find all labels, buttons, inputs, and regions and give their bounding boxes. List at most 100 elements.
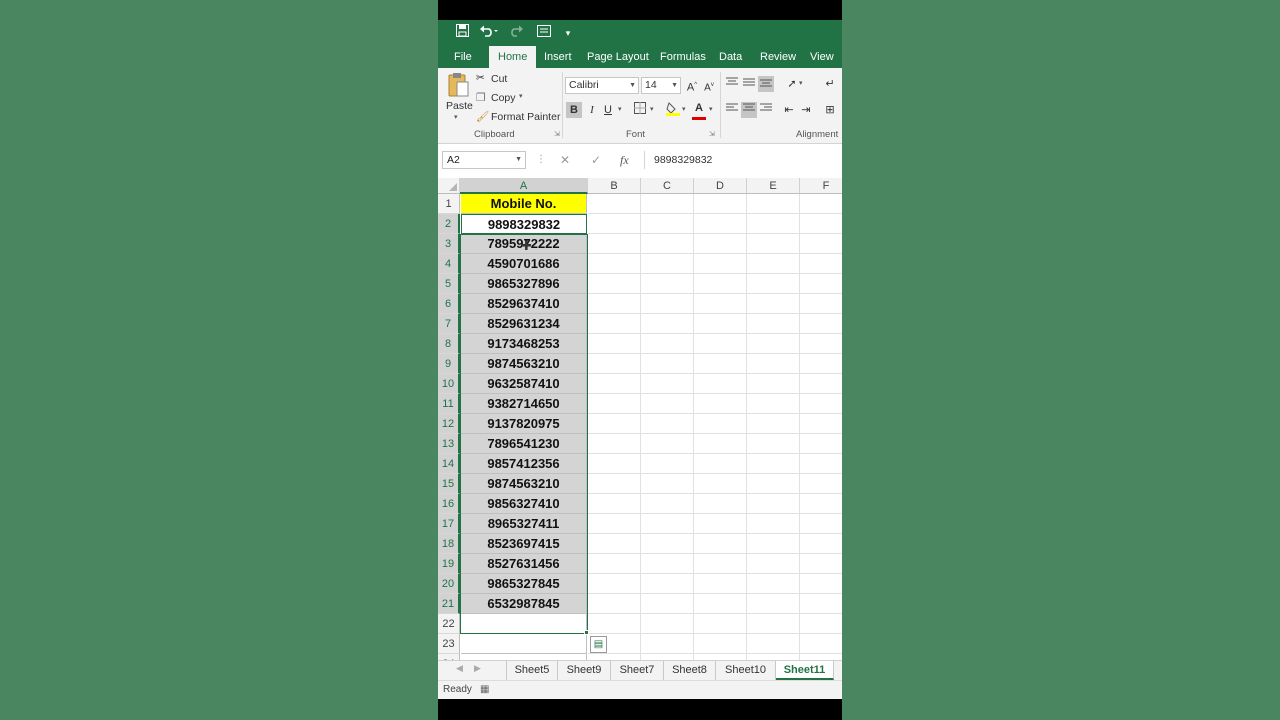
tab-data[interactable]: Data [711,46,750,68]
borders-icon[interactable] [632,102,648,118]
cell[interactable] [800,614,842,634]
cell[interactable] [641,374,694,394]
cell[interactable] [747,474,800,494]
cell[interactable]: 6532987845 [461,594,587,614]
merge-center-icon[interactable]: ⊞ [822,102,838,118]
column-header-c[interactable]: C [641,178,694,194]
row-header[interactable]: 9 [438,354,460,374]
font-launcher-icon[interactable]: ⇲ [709,130,715,138]
cell[interactable] [800,574,842,594]
cell[interactable] [694,574,747,594]
cell[interactable] [641,354,694,374]
cell[interactable] [747,274,800,294]
row-header[interactable]: 11 [438,394,460,414]
cell[interactable]: 9632587410 [461,374,587,394]
align-left-icon[interactable] [724,102,740,118]
cell[interactable]: 8965327411 [461,514,587,534]
cell[interactable] [641,634,694,654]
increase-indent-icon[interactable]: ⇥ [798,102,814,118]
save-icon[interactable] [454,24,470,42]
fill-color-icon[interactable] [665,101,681,117]
sheet-tab[interactable]: Sheet8 [664,661,716,680]
clipboard-launcher-icon[interactable]: ⇲ [554,130,560,138]
cell[interactable] [694,454,747,474]
cell[interactable] [588,614,641,634]
cell[interactable] [588,294,641,314]
sheet-tab[interactable]: Sheet5 [506,661,558,680]
cell[interactable] [747,514,800,534]
align-middle-icon[interactable] [741,76,757,92]
copy-button[interactable]: Copy [491,92,516,104]
cell[interactable] [588,474,641,494]
cell[interactable] [694,614,747,634]
cell[interactable]: 9856327410 [461,494,587,514]
cell[interactable]: 4590701686 [461,254,587,274]
bold-button[interactable]: B [566,102,582,118]
cell[interactable] [588,494,641,514]
format-painter-icon[interactable]: 🖌 [476,110,489,123]
cell[interactable] [641,194,694,214]
row-header[interactable]: 7 [438,314,460,334]
cell[interactable] [588,594,641,614]
sheet-tab[interactable]: Sheet9 [558,661,611,680]
increase-font-icon[interactable]: A^ [684,77,700,94]
cell[interactable] [641,414,694,434]
cell[interactable] [800,554,842,574]
cell[interactable] [641,274,694,294]
cell[interactable]: 9865327845 [461,574,587,594]
cell[interactable] [694,634,747,654]
cell[interactable] [747,194,800,214]
font-color-icon[interactable]: A [691,100,707,116]
cell[interactable] [800,274,842,294]
cell[interactable] [747,214,800,234]
name-box[interactable]: A2 ▼ [442,151,526,169]
italic-button[interactable]: I [584,102,600,118]
cell[interactable] [694,334,747,354]
cell[interactable] [747,354,800,374]
cell[interactable] [747,534,800,554]
column-header-d[interactable]: D [694,178,747,194]
cell[interactable] [800,374,842,394]
cell[interactable] [588,374,641,394]
row-header[interactable]: 17 [438,514,460,534]
row-header[interactable]: 5 [438,274,460,294]
row-header[interactable]: 19 [438,554,460,574]
row-header[interactable]: 18 [438,534,460,554]
undo-icon[interactable] [478,24,500,42]
cell[interactable] [800,534,842,554]
cell[interactable] [641,494,694,514]
cell[interactable] [800,474,842,494]
paste-dropdown-icon[interactable]: ▾ [454,113,458,121]
font-size-combo[interactable]: 14 ▼ [641,77,681,94]
customize-qat-icon[interactable]: ▾ [563,24,573,42]
cell[interactable] [641,314,694,334]
cell[interactable] [641,554,694,574]
cancel-icon[interactable]: ✕ [560,151,570,169]
orientation-dropdown-icon[interactable]: ▾ [799,79,803,87]
cell[interactable] [641,434,694,454]
cell[interactable]: 8527631456 [461,554,587,574]
tab-file[interactable]: File [446,46,480,68]
row-header[interactable]: 1 [438,194,460,214]
cell[interactable] [588,454,641,474]
align-right-icon[interactable] [758,102,774,118]
cell[interactable] [800,454,842,474]
cell[interactable] [747,434,800,454]
insert-function-icon[interactable]: fx [620,151,629,169]
row-header[interactable]: 14 [438,454,460,474]
cell[interactable] [641,574,694,594]
copy-icon[interactable]: ❐ [476,91,486,104]
cell[interactable] [588,234,641,254]
fill-handle[interactable] [584,630,589,635]
row-header[interactable]: 8 [438,334,460,354]
align-center-icon[interactable] [741,102,757,118]
cell[interactable] [588,514,641,534]
cell[interactable] [588,274,641,294]
cell[interactable] [800,414,842,434]
cell[interactable] [641,334,694,354]
cell[interactable] [800,514,842,534]
tab-home[interactable]: Home [489,46,537,68]
cell[interactable] [800,234,842,254]
cell[interactable] [641,294,694,314]
cell[interactable] [747,394,800,414]
